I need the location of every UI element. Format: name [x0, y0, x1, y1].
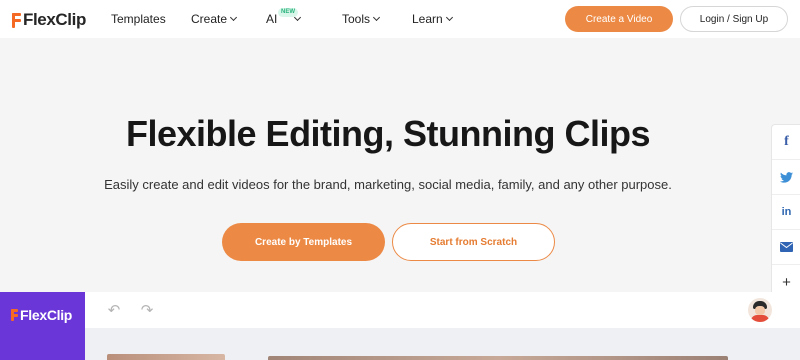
share-linkedin-button[interactable]: in [772, 195, 800, 230]
editor-logo-text: FlexClip [20, 307, 73, 323]
new-badge: NEW [278, 8, 298, 17]
redo-icon[interactable]: ↷ [139, 302, 155, 319]
nav-ai-label: AI [266, 12, 278, 26]
logo-text: FlexClip [23, 10, 86, 29]
start-from-scratch-button[interactable]: Start from Scratch [392, 223, 555, 261]
chevron-down-icon [445, 13, 453, 22]
editor-logo: FlexClip [11, 307, 72, 323]
share-email-button[interactable] [772, 230, 800, 265]
linkedin-icon: in [781, 206, 792, 218]
facebook-icon: f [784, 134, 789, 149]
editor-sidebar: FlexClip [0, 292, 85, 360]
chevron-down-icon [372, 13, 381, 22]
chevron-down-icon [229, 13, 238, 22]
twitter-icon [780, 171, 793, 183]
nav-tools[interactable]: Tools [342, 12, 381, 26]
editor-toolbar: ↶ ↷ [85, 292, 800, 328]
hero-title: Flexible Editing, Stunning Clips [126, 113, 651, 154]
nav-create-label: Create [191, 12, 228, 26]
logo-mark-icon [11, 308, 19, 322]
create-by-templates-button[interactable]: Create by Templates [222, 223, 385, 261]
top-navigation-bar: FlexClip Templates Create AI NEW Tools L… [0, 0, 800, 38]
user-avatar[interactable] [748, 298, 772, 322]
login-signup-button[interactable]: Login / Sign Up [680, 6, 788, 32]
flexclip-logo[interactable]: FlexClip [12, 10, 86, 30]
create-video-button[interactable]: Create a Video [565, 6, 673, 32]
share-twitter-button[interactable] [772, 160, 800, 195]
avatar-shirt [751, 315, 769, 322]
nav-learn-label: Learn [412, 12, 443, 26]
undo-icon[interactable]: ↶ [106, 302, 122, 319]
canvas-preview-image[interactable] [268, 356, 728, 360]
plus-icon: + [782, 274, 791, 291]
avatar-face [755, 306, 765, 315]
nav-tools-label: Tools [342, 12, 371, 26]
editor-preview: FlexClip ↶ ↷ [0, 292, 800, 360]
social-share-rail: f in + [771, 124, 800, 300]
nav-create[interactable]: Create [191, 12, 238, 26]
nav-templates-label: Templates [111, 12, 166, 26]
nav-templates[interactable]: Templates [111, 12, 166, 26]
logo-mark-icon [12, 12, 22, 29]
nav-learn[interactable]: Learn [412, 12, 453, 26]
share-facebook-button[interactable]: f [772, 125, 800, 160]
hero-subtitle: Easily create and edit videos for the br… [104, 177, 672, 192]
media-thumbnail[interactable] [107, 354, 225, 360]
mail-icon [780, 242, 793, 252]
